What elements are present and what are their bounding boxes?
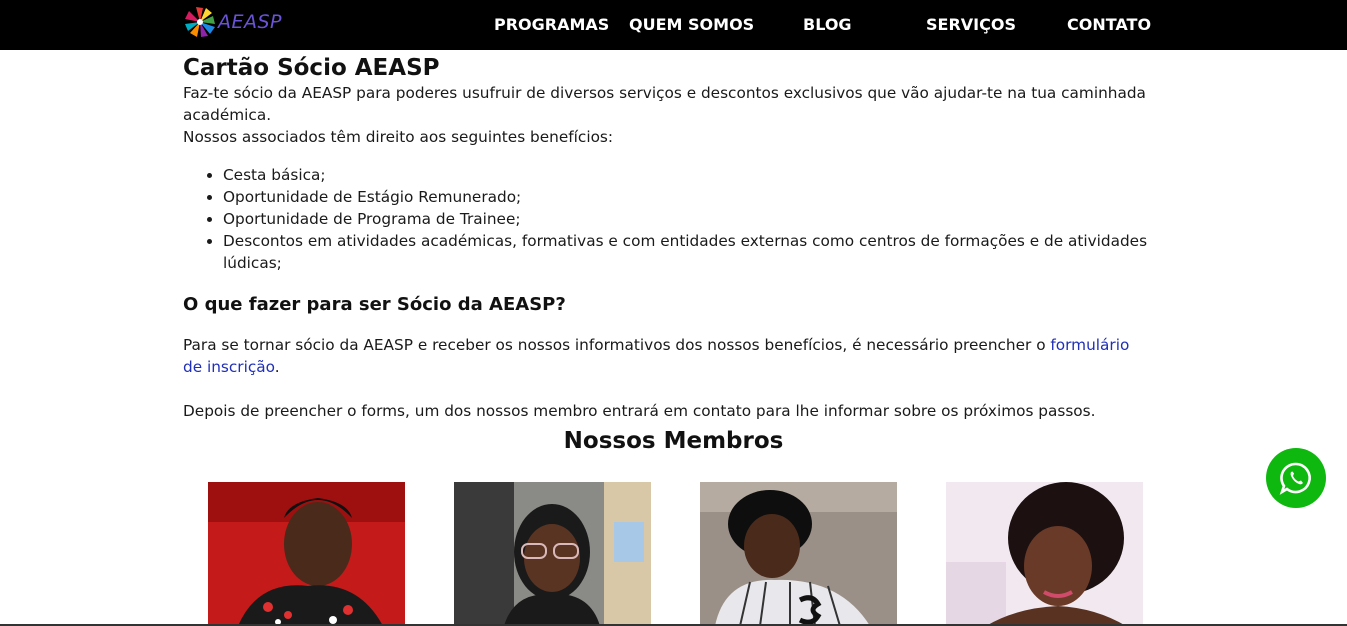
aeasp-logo-icon [185, 7, 215, 37]
member-photo-2 [454, 482, 651, 626]
site-logo[interactable]: AEASP [183, 5, 282, 39]
list-item: Oportunidade de Programa de Trainee; [223, 208, 1153, 230]
list-item: Oportunidade de Estágio Remunerado; [223, 186, 1153, 208]
member-photo-1 [208, 482, 405, 626]
nav-quem-somos[interactable]: QUEM SOMOS [629, 15, 754, 34]
member-photo-3 [700, 482, 897, 626]
how-to-join-title: O que fazer para ser Sócio da AEASP? [183, 294, 566, 315]
whatsapp-icon [1279, 462, 1311, 495]
nav-programas[interactable]: PROGRAMAS [494, 15, 609, 34]
nav-servicos[interactable]: SERVIÇOS [926, 15, 1016, 34]
how-text-before: Para se tornar sócio da AEASP e receber … [183, 336, 1051, 354]
list-item: Cesta básica; [223, 164, 1153, 186]
member-photo-4 [946, 482, 1143, 626]
how-text-after: . [274, 358, 280, 376]
page-title: Cartão Sócio AEASP [183, 55, 440, 81]
top-navbar: AEASP PROGRAMAS QUEM SOMOS BLOG SERVIÇOS… [0, 0, 1347, 50]
list-item: Descontos em atividades académicas, form… [223, 230, 1153, 274]
intro-text: Faz-te sócio da AEASP para poderes usufr… [183, 84, 1146, 124]
nav-contato[interactable]: CONTATO [1067, 15, 1151, 34]
benefits-intro: Nossos associados têm direito aos seguin… [183, 128, 614, 146]
whatsapp-chat-button[interactable] [1266, 448, 1326, 508]
main-content: Cartão Sócio AEASP Faz-te sócio da AEASP… [183, 54, 1153, 422]
next-steps-text: Depois de preencher o forms, um dos noss… [183, 402, 1096, 420]
nav-blog[interactable]: BLOG [803, 15, 852, 34]
how-to-join-text: Para se tornar sócio da AEASP e receber … [183, 334, 1153, 378]
members-section-title: Nossos Membros [563, 428, 784, 454]
logo-text: AEASP [218, 11, 283, 33]
benefits-list: Cesta básica; Oportunidade de Estágio Re… [183, 164, 1153, 274]
